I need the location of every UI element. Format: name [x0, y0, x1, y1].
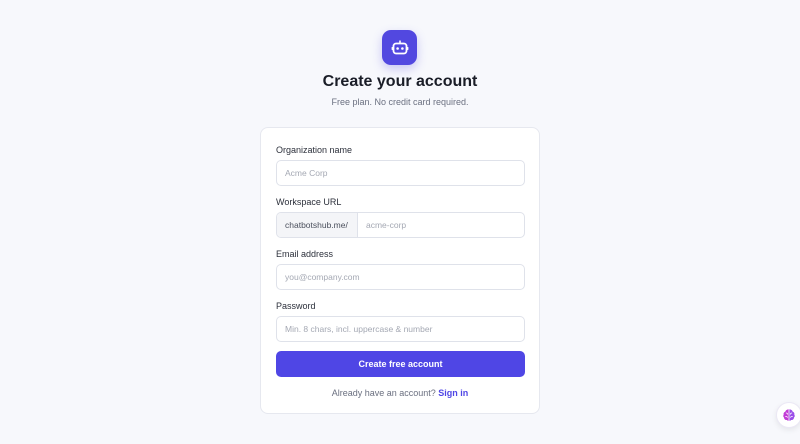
signin-prompt: Already have an account?	[331, 388, 436, 398]
email-input[interactable]	[276, 264, 525, 290]
signup-card: Organization name Workspace URL chatbots…	[260, 127, 540, 414]
organization-input[interactable]	[276, 160, 525, 186]
page-title: Create your account	[322, 73, 478, 90]
email-label: Email address	[276, 249, 334, 259]
brain-icon	[783, 409, 795, 421]
workspace-url-group: chatbotshub.me/	[276, 212, 525, 238]
signin-row: Already have an account? Sign in	[261, 388, 539, 398]
password-label: Password	[276, 301, 316, 311]
organization-label: Organization name	[276, 145, 353, 155]
page-subtitle: Free plan. No credit card required.	[331, 97, 469, 107]
app-logo	[382, 30, 417, 65]
signin-link[interactable]: Sign in	[438, 388, 468, 398]
workspace-url-prefix: chatbotshub.me/	[277, 213, 358, 237]
password-input[interactable]	[276, 316, 525, 342]
workspace-url-input[interactable]	[358, 213, 524, 237]
robot-icon	[391, 40, 408, 54]
assistant-widget-button[interactable]	[776, 402, 800, 428]
workspace-url-label: Workspace URL	[276, 197, 342, 207]
create-account-button[interactable]: Create free account	[276, 351, 525, 377]
